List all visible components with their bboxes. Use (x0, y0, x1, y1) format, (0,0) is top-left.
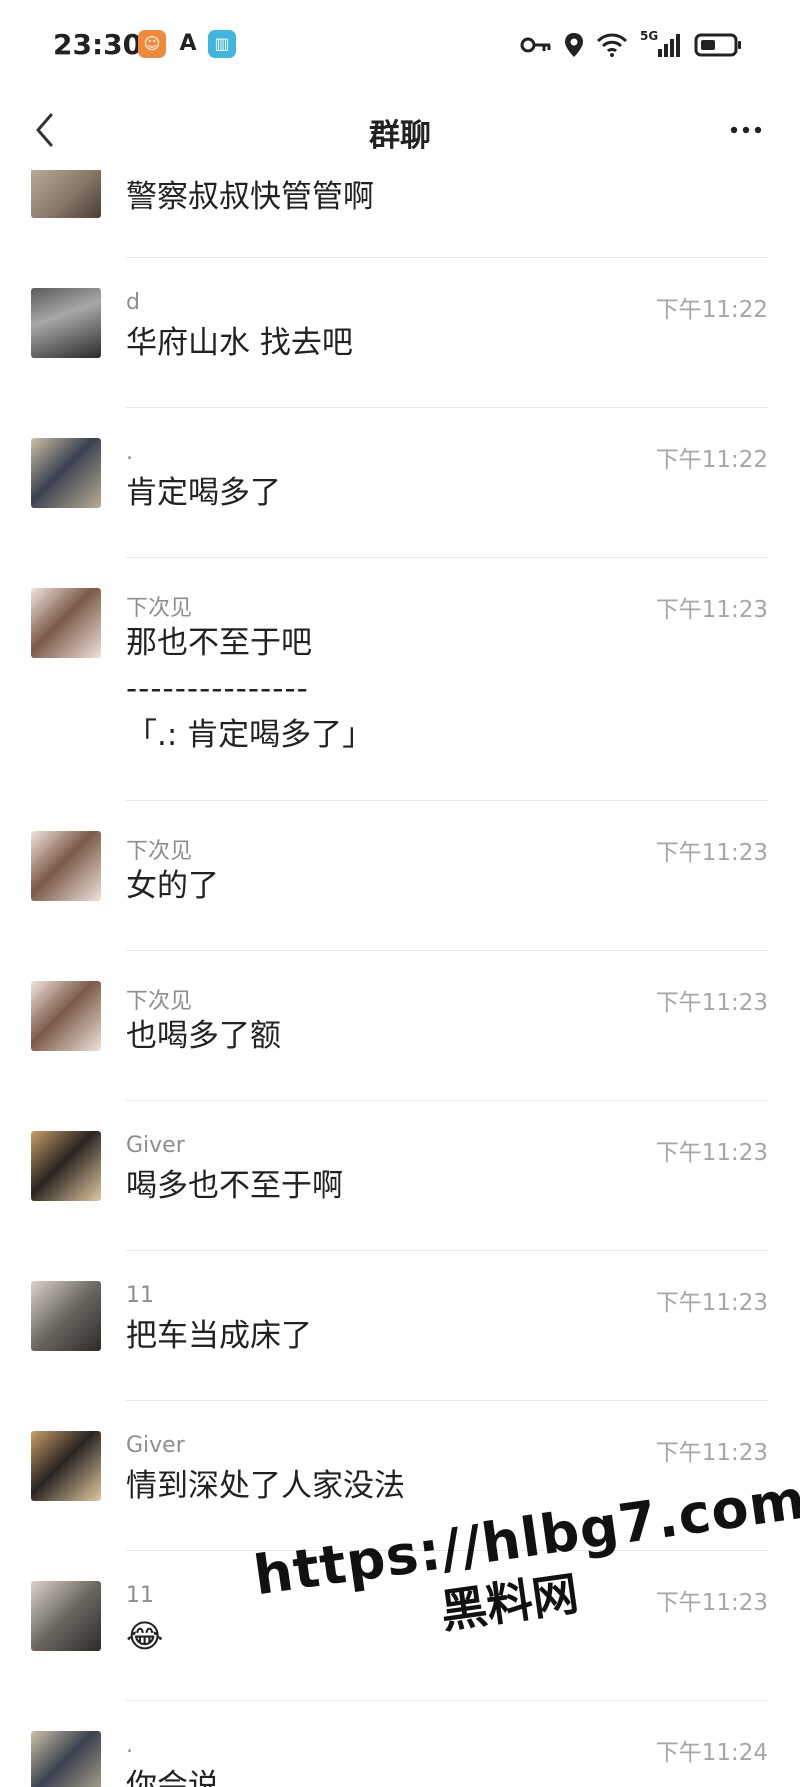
a-icon: A (179, 31, 197, 56)
message-time: 下午11:23 (655, 597, 768, 623)
message-time: 下午11:22 (655, 297, 768, 323)
quoted-message[interactable]: 「.: 肯定喝多了」 (126, 716, 373, 754)
sender-name: . (126, 1733, 133, 1758)
message-time: 下午11:24 (655, 1740, 768, 1766)
message-time: 下午11:23 (655, 1440, 768, 1466)
message-time: 下午11:23 (655, 840, 768, 866)
message-text: 肯定喝多了 (126, 475, 281, 511)
sender-name: 下次见 (126, 989, 193, 1014)
message-text: 你会说 (126, 1768, 219, 1787)
sender-name: 下次见 (126, 839, 193, 864)
message-item: . 下午11:22 肯定喝多了 (0, 408, 800, 558)
book-icon: ▥ (208, 30, 236, 58)
message-text: 警察叔叔快管管啊 (126, 179, 374, 215)
message-item: 11 下午11:23 😂 (0, 1551, 800, 1701)
message-time: 下午11:23 (655, 1290, 768, 1316)
message-text: 情到深处了人家没法 (126, 1468, 405, 1504)
message-item: 警察叔叔快管管啊 (0, 170, 800, 226)
message-text: 华府山水 找去吧 (126, 325, 353, 361)
avatar[interactable] (31, 981, 101, 1051)
sender-name: d (126, 290, 140, 315)
message-item: Giver 下午11:23 情到深处了人家没法 (0, 1401, 800, 1551)
sender-name: 11 (126, 1583, 154, 1608)
message-item: 下次见 下午11:23 也喝多了额 (0, 951, 800, 1101)
message-time: 下午11:23 (655, 990, 768, 1016)
avatar[interactable] (31, 170, 101, 218)
message-item: Giver 下午11:23 喝多也不至于啊 (0, 1101, 800, 1251)
message-item: . 下午11:24 你会说 (0, 1701, 800, 1787)
message-time: 下午11:22 (655, 447, 768, 473)
message-item: d 下午11:22 华府山水 找去吧 (0, 258, 800, 408)
message-text: 那也不至于吧 (126, 625, 312, 661)
taobao-icon: ☺ (138, 30, 166, 58)
quote-separator: --------------- (126, 671, 309, 707)
sender-name: 11 (126, 1283, 154, 1308)
avatar[interactable] (31, 588, 101, 658)
sender-name: Giver (126, 1133, 185, 1158)
avatar[interactable] (31, 1731, 101, 1787)
avatar[interactable] (31, 831, 101, 901)
avatar[interactable] (31, 1281, 101, 1351)
key-icon (520, 37, 551, 53)
emoji-message: 😂 (126, 1617, 164, 1655)
message-text: 女的了 (126, 868, 219, 904)
location-icon (565, 33, 583, 57)
message-item: 下次见 下午11:23 那也不至于吧 --------------- 「.: 肯… (0, 558, 800, 801)
battery-icon (694, 33, 741, 57)
nav-bar: 群聊 (0, 90, 800, 170)
wifi-icon (596, 33, 628, 57)
avatar[interactable] (31, 1131, 101, 1201)
status-bar: 23:30 ☺ A ▥ 5G (0, 0, 800, 90)
page-title: 群聊 (369, 118, 431, 154)
avatar[interactable] (31, 438, 101, 508)
message-text: 喝多也不至于啊 (126, 1168, 343, 1204)
status-icons: 5G (520, 29, 744, 60)
message-time: 下午11:23 (655, 1140, 768, 1166)
sender-name: 下次见 (126, 596, 193, 621)
chat-message-list[interactable]: 警察叔叔快管管啊 d 下午11:22 华府山水 找去吧 . 下午11:22 肯定… (0, 170, 800, 1787)
message-text: 也喝多了额 (126, 1018, 281, 1054)
sender-name: Giver (126, 1433, 185, 1458)
signal-icon: 5G (640, 29, 682, 59)
message-item: 11 下午11:23 把车当成床了 (0, 1251, 800, 1401)
avatar[interactable] (31, 1431, 101, 1501)
avatar[interactable] (31, 288, 101, 358)
message-text: 把车当成床了 (126, 1318, 312, 1354)
message-time: 下午11:23 (655, 1590, 768, 1616)
sender-name: . (126, 440, 133, 465)
message-item: 下次见 下午11:23 女的了 (0, 801, 800, 951)
more-button[interactable] (714, 102, 778, 158)
more-dots-icon (730, 126, 762, 134)
status-time: 23:30 (53, 28, 143, 61)
avatar[interactable] (31, 1581, 101, 1651)
